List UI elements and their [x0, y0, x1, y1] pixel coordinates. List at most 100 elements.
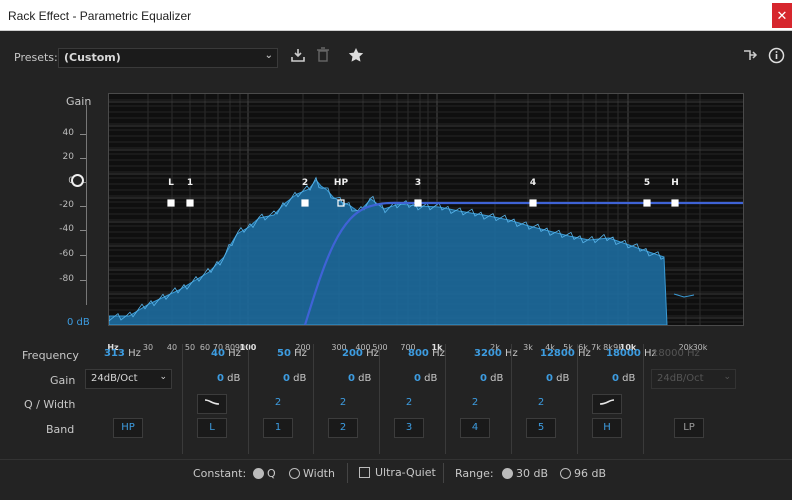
- gain-tick-label: -20: [59, 200, 74, 210]
- range-label: Range:: [455, 467, 494, 480]
- band-gain[interactable]: 0 dB: [612, 373, 635, 384]
- equalizer-panel: Presets: (Custom) ⌄ Gain dB 40200-20-40-…: [0, 31, 792, 500]
- band-2-button[interactable]: 2: [328, 418, 358, 438]
- band-l-button[interactable]: L: [197, 418, 227, 438]
- band-handle-label[interactable]: L: [168, 178, 174, 188]
- routing-icon[interactable]: [742, 47, 758, 67]
- band-frequency-value: 3200: [474, 348, 502, 359]
- range-30-radio[interactable]: [502, 468, 513, 479]
- gain-tick-label: -60: [59, 249, 74, 259]
- band-handle-label[interactable]: 5: [644, 178, 650, 188]
- window-title: Rack Effect - Parametric Equalizer: [8, 9, 192, 23]
- band-gain[interactable]: 0 dB: [283, 373, 306, 384]
- db-unit: dB: [622, 373, 636, 384]
- band-handle-label[interactable]: 2: [302, 178, 308, 188]
- column-separator: [182, 344, 183, 454]
- info-icon[interactable]: [768, 47, 785, 68]
- hz-unit: Hz: [577, 348, 591, 359]
- constant-width-label: Width: [303, 467, 335, 480]
- gain-slider-handle[interactable]: [71, 174, 84, 187]
- constant-q-radio[interactable]: [253, 468, 264, 479]
- constant-width-radio[interactable]: [289, 468, 300, 479]
- ultra-quiet-checkbox[interactable]: [359, 467, 370, 478]
- band-gain[interactable]: 0 dB: [546, 373, 569, 384]
- lp-slope-value: 24dB/Oct: [657, 373, 704, 384]
- footer-separator: [347, 463, 348, 483]
- column-separator: [511, 344, 512, 454]
- band-q-value[interactable]: 2: [465, 397, 485, 408]
- low-shelf-icon[interactable]: [197, 394, 227, 414]
- band-gain-value: 0: [348, 373, 355, 384]
- frequency-tick-label: 60: [199, 343, 211, 352]
- band-q-value[interactable]: 2: [268, 397, 288, 408]
- gain-row-label: Gain: [50, 374, 76, 387]
- band-frequency[interactable]: 800 Hz: [408, 348, 445, 359]
- hp-slope-select[interactable]: 24dB/Oct ⌄: [85, 369, 172, 389]
- band-frequency-value: 200: [342, 348, 363, 359]
- band-gain-value: 0: [414, 373, 421, 384]
- master-gain-value: 0 dB: [67, 317, 90, 328]
- db-unit: dB: [556, 373, 570, 384]
- band-frequency-value: 50: [277, 348, 291, 359]
- frequency-tick-label: 30: [142, 343, 154, 352]
- db-unit: dB: [227, 373, 241, 384]
- frequency-tick-label: 50: [184, 343, 196, 352]
- band-gain-value: 0: [546, 373, 553, 384]
- db-unit: dB: [490, 373, 504, 384]
- db-unit: dB: [424, 373, 438, 384]
- hz-unit: Hz: [294, 348, 307, 359]
- band-gain[interactable]: 0 dB: [348, 373, 371, 384]
- band-q-value[interactable]: 2: [399, 397, 419, 408]
- presets-select[interactable]: (Custom) ⌄: [58, 48, 278, 68]
- constant-label: Constant:: [193, 467, 247, 480]
- gain-tick-label: -40: [59, 224, 74, 234]
- footer-separator: [443, 463, 444, 483]
- band-handle-label[interactable]: 4: [530, 178, 536, 188]
- delete-preset-icon[interactable]: [316, 47, 330, 67]
- close-button[interactable]: ✕: [772, 3, 792, 28]
- preset-value: (Custom): [64, 51, 121, 64]
- band-frequency[interactable]: 12800 Hz: [540, 348, 591, 359]
- eq-graph[interactable]: [108, 93, 744, 326]
- lp-frequency: 18000 Hz: [652, 348, 700, 359]
- favorite-star-icon[interactable]: [348, 47, 364, 67]
- column-separator: [577, 344, 578, 454]
- db-unit: dB: [293, 373, 307, 384]
- band-handle-label[interactable]: 3: [415, 178, 421, 188]
- band-handle-label[interactable]: 1: [187, 178, 193, 188]
- band-q-value[interactable]: 2: [333, 397, 353, 408]
- frequency-row-label: Frequency: [22, 349, 79, 362]
- db-unit: dB: [358, 373, 372, 384]
- band-frequency[interactable]: 18000 Hz: [606, 348, 657, 359]
- band-gain[interactable]: 0 dB: [414, 373, 437, 384]
- band-frequency[interactable]: 200 Hz: [342, 348, 379, 359]
- high-shelf-icon[interactable]: [592, 394, 622, 414]
- range-96-radio[interactable]: [560, 468, 571, 479]
- ultra-quiet-label: Ultra-Quiet: [375, 466, 436, 479]
- band-frequency-value: 40: [211, 348, 225, 359]
- chevron-down-icon: ⌄: [264, 50, 273, 61]
- band-hp-button[interactable]: HP: [113, 418, 143, 438]
- band-3-button[interactable]: 3: [394, 418, 424, 438]
- lp-slope-select: 24dB/Oct ⌄: [651, 369, 736, 389]
- band-q-value[interactable]: 2: [531, 397, 551, 408]
- band-lp-button[interactable]: LP: [674, 418, 704, 438]
- band-gain[interactable]: 0 dB: [480, 373, 503, 384]
- column-separator: [248, 344, 249, 454]
- band-handle-label[interactable]: H: [671, 178, 679, 188]
- band-1-button[interactable]: 1: [263, 418, 293, 438]
- band-h-button[interactable]: H: [592, 418, 622, 438]
- hz-unit: Hz: [432, 348, 445, 359]
- band-4-button[interactable]: 4: [460, 418, 490, 438]
- band-frequency-value: 18000: [606, 348, 641, 359]
- band-5-button[interactable]: 5: [526, 418, 556, 438]
- band-frequency[interactable]: 50 Hz: [277, 348, 307, 359]
- frequency-tick-label: 3k: [523, 343, 533, 352]
- hp-frequency[interactable]: 313 Hz: [104, 348, 141, 359]
- gain-tick-label: 40: [62, 128, 74, 138]
- save-preset-icon[interactable]: [290, 47, 306, 67]
- band-gain[interactable]: 0 dB: [217, 373, 240, 384]
- band-handle-label[interactable]: HP: [334, 178, 348, 188]
- band-frequency[interactable]: 40 Hz: [211, 348, 241, 359]
- chevron-down-icon: ⌄: [159, 372, 167, 382]
